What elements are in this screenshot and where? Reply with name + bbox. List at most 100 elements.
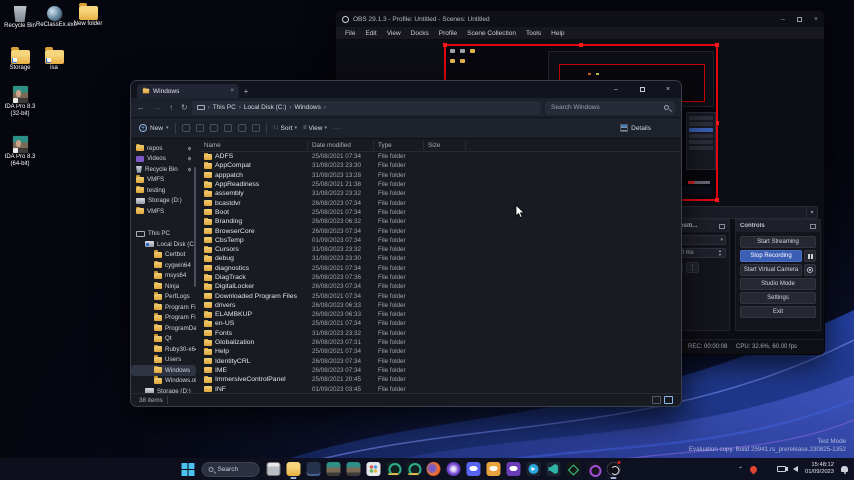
cut-button[interactable] <box>181 124 190 132</box>
table-row[interactable]: ImmersiveControlPanel 25/08/2021 20:45 Fil… <box>200 375 681 384</box>
capture-handle[interactable] <box>715 43 719 47</box>
table-row[interactable]: drivers 26/08/2023 06:33 File folder <box>200 301 681 310</box>
obs-menu-tools[interactable]: Tools <box>521 30 546 37</box>
table-row[interactable]: apppatch 31/08/2023 13:28 File folder <box>200 171 681 180</box>
obs-maximize-button[interactable] <box>796 16 802 22</box>
taskbar-icon-notepad[interactable] <box>304 460 321 479</box>
settings-button[interactable]: Settings <box>740 292 816 304</box>
breadcrumb-this-pc[interactable]: This PC <box>213 104 236 111</box>
table-row[interactable]: bcastdvr 26/08/2023 07:34 File folder <box>200 198 681 207</box>
taskbar-icon-vscode[interactable] <box>544 460 561 479</box>
desktop-icon-new-folder[interactable]: New folder <box>70 3 106 28</box>
details-view-toggle[interactable] <box>664 396 673 404</box>
table-row[interactable]: AppReadiness 25/08/2021 21:38 File folder <box>200 180 681 189</box>
taskbar-icon-app-grid[interactable] <box>364 460 381 479</box>
sidebar-item-program-files-x86[interactable]: Program Files (x86) <box>131 313 196 324</box>
column-header-date[interactable]: Date modified <box>308 140 374 150</box>
taskbar-icon-green-tool-1[interactable] <box>384 460 401 479</box>
table-row[interactable]: Help 25/08/2021 07:34 File folder <box>200 347 681 356</box>
virtual-camera-settings-button[interactable] <box>804 264 816 276</box>
back-button[interactable]: ← <box>137 103 145 112</box>
table-row[interactable]: IME 26/08/2023 07:34 File folder <box>200 366 681 375</box>
table-row[interactable]: Globalization 26/08/2023 07:31 File folder <box>200 338 681 347</box>
desktop-icon-reclassex-exe[interactable]: ReClassEx.exe <box>36 6 77 29</box>
table-row[interactable]: BrowserCore 26/08/2023 07:34 File folder <box>200 226 681 235</box>
desktop-icon-ida-pro-8-3-64-bit[interactable]: IDA Pro 8.3 (64-bit) <box>2 136 38 168</box>
taskbar-icon-ida-pro-64[interactable] <box>344 460 361 479</box>
table-row[interactable]: debug 31/08/2023 23:30 File folder <box>200 254 681 263</box>
table-row[interactable]: Branding 26/08/2023 06:32 File folder <box>200 217 681 226</box>
explorer-tab[interactable]: Windows × <box>137 84 239 98</box>
sidebar-item-ruby30-x64[interactable]: Ruby30-x64 <box>131 344 196 355</box>
desktop-icon-storage[interactable]: Storage <box>2 47 38 72</box>
capture-handle[interactable] <box>715 198 719 202</box>
sidebar-item-ninja[interactable]: Ninja <box>131 281 196 292</box>
sidebar-item-this-pc[interactable]: This PC <box>131 229 196 240</box>
start-virtual-camera-button[interactable]: Start Virtual Camera <box>740 264 802 276</box>
sidebar-item-windows-old[interactable]: Windows.old <box>131 376 196 387</box>
start-streaming-button[interactable]: Start Streaming <box>740 236 816 248</box>
column-header-size[interactable]: Size <box>424 140 466 150</box>
obs-menu-scene-collection[interactable]: Scene Collection <box>462 30 521 37</box>
studio-mode-button[interactable]: Studio Mode <box>740 278 816 290</box>
tray-red-icon[interactable] <box>748 464 759 474</box>
start-button[interactable] <box>179 460 196 479</box>
notification-bell-icon[interactable] <box>841 466 848 474</box>
rename-button[interactable] <box>223 124 232 132</box>
breadcrumb[interactable]: › This PC › Local Disk (C:) › Windows › <box>191 100 541 115</box>
forward-button[interactable]: → <box>153 103 161 112</box>
sort-button[interactable]: ↑↓ Sort ▾ <box>273 125 297 132</box>
taskbar-search[interactable]: Search <box>201 461 260 477</box>
details-button[interactable]: Details <box>620 124 651 132</box>
table-row[interactable]: AppCompat 31/08/2023 23:30 File folder <box>200 161 681 170</box>
popout-icon[interactable] <box>719 223 725 229</box>
share-button[interactable] <box>237 124 246 132</box>
desktop-icon-isa[interactable]: isa <box>36 47 72 72</box>
new-tab-button[interactable]: + <box>239 84 253 98</box>
sidebar-item-programdata[interactable]: ProgramData <box>131 323 196 334</box>
sidebar-item-users[interactable]: Users <box>131 355 196 366</box>
obs-minimize-button[interactable]: – <box>781 16 785 23</box>
sidebar-item-program-files[interactable]: Program Files <box>131 302 196 313</box>
sidebar-item-certbot[interactable]: Certbot <box>131 250 196 261</box>
maximize-button[interactable] <box>629 81 655 97</box>
obs-titlebar[interactable]: OBS 29.1.3 - Profile: Untitled - Scenes:… <box>336 11 824 27</box>
table-row[interactable]: ADFS 25/08/2021 07:34 File folder <box>200 152 681 161</box>
taskbar-icon-file-explorer[interactable] <box>284 460 301 479</box>
obs-menu-view[interactable]: View <box>382 30 406 37</box>
table-row[interactable]: Boot 25/08/2021 07:34 File folder <box>200 208 681 217</box>
table-row[interactable]: DiagTrack 26/08/2023 07:36 File folder <box>200 273 681 282</box>
column-header-name[interactable]: Name <box>200 140 308 150</box>
taskbar-icon-firefox[interactable] <box>424 460 441 479</box>
sidebar-item-testing[interactable]: testing <box>131 185 196 196</box>
table-row[interactable]: ELAMBKUP 26/08/2023 06:33 File folder <box>200 310 681 319</box>
capture-handle[interactable] <box>443 43 447 47</box>
tab-close-icon[interactable]: × <box>230 88 234 94</box>
sidebar-item-local-disk-c[interactable]: Local Disk (C:) <box>131 239 196 250</box>
pause-recording-button[interactable] <box>804 250 816 262</box>
desktop-icon-ida-pro-8-3-32-bit[interactable]: IDA Pro 8.3 (32-bit) <box>2 86 38 118</box>
sidebar-item-msys64[interactable]: msys64 <box>131 271 196 282</box>
taskbar-icon-purple-app[interactable] <box>584 460 601 479</box>
breadcrumb-windows[interactable]: Windows <box>294 104 320 111</box>
up-button[interactable]: ↑ <box>169 103 173 112</box>
taskbar-icon-discord-dev[interactable] <box>504 460 521 479</box>
table-row[interactable]: diagnostics 25/08/2021 07:34 File folder <box>200 264 681 273</box>
obs-close-button[interactable]: × <box>814 16 818 23</box>
sidebar-item-cygwin64[interactable]: cygwin64 <box>131 260 196 271</box>
taskbar-icon-discord-canary[interactable] <box>484 460 501 479</box>
stop-recording-button[interactable]: Stop Recording <box>740 250 802 262</box>
capture-handle[interactable] <box>579 43 583 47</box>
sidebar-item-storage-d[interactable]: Storage (D:) <box>131 386 196 393</box>
transition-properties-button[interactable]: ⋮ <box>686 262 699 273</box>
table-row[interactable]: DigitalLocker 26/08/2023 07:34 File folder <box>200 282 681 291</box>
sidebar-item-perflogs[interactable]: PerfLogs <box>131 292 196 303</box>
list-view-toggle[interactable] <box>652 396 661 404</box>
obs-menu-profile[interactable]: Profile <box>434 30 462 37</box>
sidebar-item-vmfs[interactable]: VMFS <box>131 175 196 186</box>
taskbar-icon-diamond-tool[interactable] <box>564 460 581 479</box>
obs-menu-edit[interactable]: Edit <box>360 30 381 37</box>
refresh-button[interactable]: ↻ <box>181 103 188 112</box>
table-row[interactable]: IdentityCRL 26/08/2023 07:34 File folder <box>200 357 681 366</box>
new-button[interactable]: + New ▾ <box>139 124 169 132</box>
